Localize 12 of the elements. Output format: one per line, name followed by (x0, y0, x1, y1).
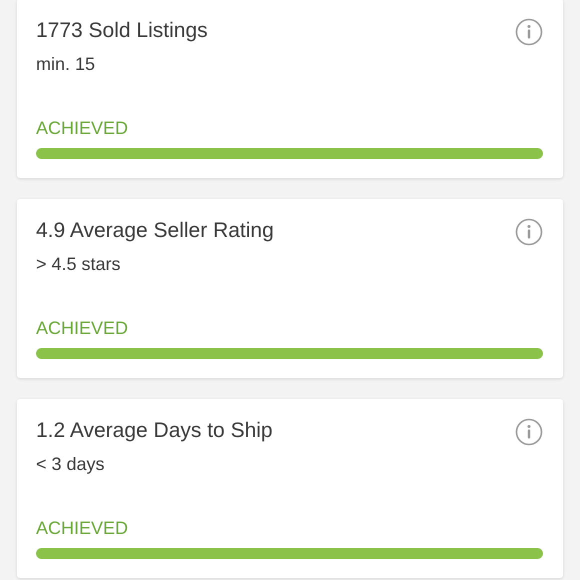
metric-requirement: min. 15 (36, 53, 96, 75)
status-label: ACHIEVED (36, 317, 128, 339)
metric-requirement: < 3 days (36, 453, 105, 475)
metric-title: 1773 Sold Listings (36, 18, 208, 44)
info-icon[interactable] (515, 418, 543, 446)
info-icon[interactable] (515, 18, 543, 46)
status-label: ACHIEVED (36, 117, 128, 139)
status-label: ACHIEVED (36, 517, 128, 539)
metric-requirement: > 4.5 stars (36, 253, 121, 275)
metric-title: 1.2 Average Days to Ship (36, 418, 273, 444)
metric-title: 4.9 Average Seller Rating (36, 218, 274, 244)
info-icon[interactable] (515, 218, 543, 246)
